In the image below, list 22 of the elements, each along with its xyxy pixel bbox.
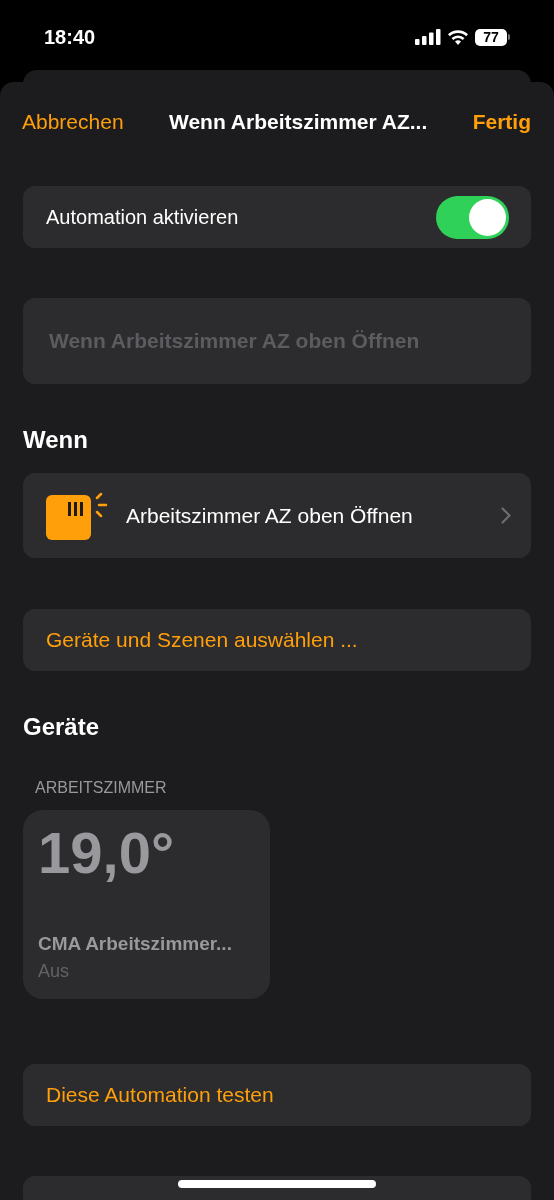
battery-icon: 77 <box>475 28 510 46</box>
toggle-label: Automation aktivieren <box>46 205 239 230</box>
signal-icon <box>415 29 441 45</box>
done-button[interactable]: Fertig <box>472 106 531 138</box>
section-heading: Wenn <box>23 425 89 454</box>
section-heading: Geräte <box>23 712 101 741</box>
toggle-switch[interactable] <box>436 195 509 239</box>
sheet-title: Wenn Arbeitszimmer AZ... <box>169 109 428 136</box>
device-name: CMA Arbeitszimmer... <box>38 931 233 956</box>
test-automation-button[interactable]: Diese Automation testen <box>23 1064 531 1126</box>
device-status: Aus <box>38 960 71 983</box>
chevron-right-icon <box>501 507 511 524</box>
wifi-icon <box>447 29 469 45</box>
window-opener-icon <box>46 491 110 540</box>
device-tile[interactable]: 19,0° CMA Arbeitszimmer... Aus <box>23 810 270 999</box>
status-time: 18:40 <box>44 25 96 50</box>
room-label: ARBEITSZIMMER <box>35 778 168 798</box>
trigger-label: Arbeitszimmer AZ oben Öffnen <box>126 502 414 529</box>
trigger-row[interactable]: Arbeitszimmer AZ oben Öffnen <box>23 473 531 558</box>
select-devices-button[interactable]: Geräte und Szenen auswählen ... <box>23 609 531 671</box>
temperature-value: 19,0° <box>38 824 176 882</box>
cancel-button[interactable]: Abbrechen <box>22 106 124 138</box>
